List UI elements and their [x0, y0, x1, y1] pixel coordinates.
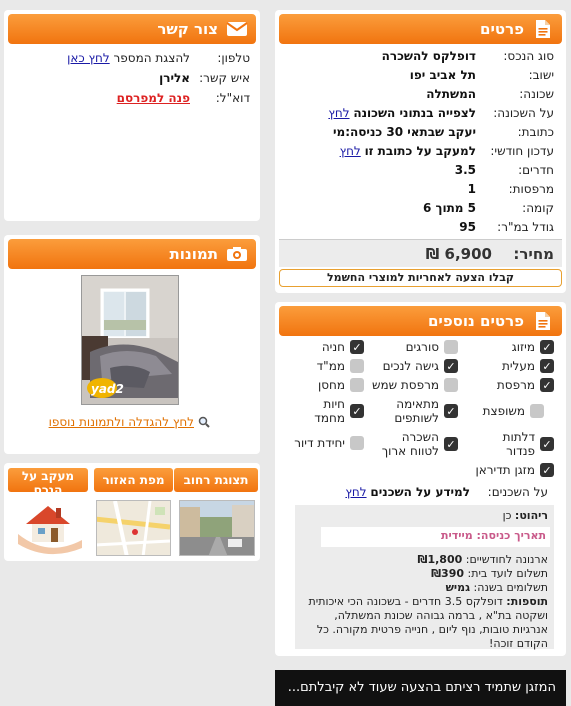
checkbox[interactable] — [444, 437, 458, 451]
detail-row-rooms: חדרים: 3.5 — [454, 162, 554, 177]
checkbox[interactable] — [350, 436, 364, 450]
checkbox[interactable] — [444, 404, 458, 418]
checkbox[interactable] — [540, 378, 554, 392]
tab-area-map[interactable]: מפת האזור — [94, 468, 173, 492]
street-view-thumbnail[interactable] — [179, 500, 255, 556]
feature-pets[interactable]: חיות מחמד — [311, 397, 364, 425]
details-panel: פרטים סוג הנכס: דופלקס להשכרה ישוב: תל אבי… — [275, 10, 566, 293]
notes-row: תוספות: דופלקס 3.5 חדרים - בשכונה הכי אי… — [308, 595, 548, 650]
detail-row-size: גודל במ"ר: 95 — [459, 219, 554, 234]
furnished-row: ריהוט: כן — [502, 509, 548, 522]
document-icon — [532, 19, 554, 39]
entry-date-row: תאריך כניסה: מיידית — [321, 527, 550, 547]
feature-tadiran-ac[interactable]: מזגן תדיראן — [475, 463, 554, 477]
main-photo[interactable]: yad2 — [81, 275, 179, 405]
neighbors-row: על השכנים: למידע על השכנים לחץ — [345, 484, 548, 499]
tab-follow-property[interactable]: מעקב על הנכס — [8, 468, 88, 492]
contact-panel: צור קשר טלפון: להצגת המספר לחץ כאן איש קש… — [4, 10, 260, 221]
feature-accessible[interactable]: גישה לנכים — [383, 359, 458, 373]
tab-street-view[interactable]: תצוגת רחוב — [174, 468, 258, 492]
feature-roommates[interactable]: מתאימה לשותפים — [381, 397, 458, 425]
follow-property-thumbnail[interactable] — [8, 500, 88, 556]
checkbox[interactable] — [444, 359, 458, 373]
feature-safe-room[interactable]: ממ"ד — [317, 359, 364, 373]
photos-title: תמונות — [169, 245, 218, 263]
neighborhood-link[interactable]: לחץ — [328, 106, 349, 120]
contact-row-phone: טלפון: להצגת המספר לחץ כאן — [67, 51, 250, 65]
price-label: מחיר: — [513, 244, 554, 263]
details-rows: סוג הנכס: דופלקס להשכרה ישוב: תל אביב יפו … — [275, 44, 566, 236]
feature-renovated[interactable]: משופצת — [483, 404, 544, 418]
extra-details-header: פרטים נוספים — [279, 306, 562, 336]
feature-storage[interactable]: מחסן — [318, 378, 364, 392]
price-value: 6,900 ₪ — [425, 244, 492, 263]
feature-housing-unit[interactable]: יחידת דיור — [294, 436, 364, 450]
enlarge-photos-link[interactable]: לחץ להגדלה ולתמונות נוספו — [49, 415, 194, 429]
contact-title: צור קשר — [157, 20, 218, 38]
neighbors-link[interactable]: לחץ — [345, 485, 366, 499]
feature-sun-balcony[interactable]: מרפסת שמש — [372, 378, 458, 392]
extra-info-box: ריהוט: כן תאריך כניסה: מיידית ארנונה לחו… — [295, 505, 554, 650]
contact-rows: טלפון: להצגת המספר לחץ כאן איש קשר: אלירן … — [4, 44, 260, 108]
extra-details-title: פרטים נוספים — [427, 312, 524, 330]
checkbox[interactable] — [540, 359, 554, 373]
area-map-thumbnail[interactable] — [96, 500, 171, 556]
checkbox[interactable] — [540, 437, 554, 451]
detail-row-city: ישוב: תל אביב יפו — [409, 67, 554, 82]
details-title: פרטים — [480, 20, 524, 38]
follow-address-link[interactable]: לחץ — [340, 144, 361, 158]
checkbox[interactable] — [350, 378, 364, 392]
payments-row: תשלומים בשנה: גמיש — [445, 581, 548, 594]
camera-icon — [226, 244, 248, 264]
details-header: פרטים — [279, 14, 562, 44]
feature-air-conditioning[interactable]: מיזוג — [512, 340, 554, 354]
detail-row-type: סוג הנכס: דופלקס להשכרה — [381, 48, 554, 63]
detail-row-address: כתובת: יעקב שבתאי 30 כניסה:מי — [333, 124, 554, 139]
feature-elevator[interactable]: מעלית — [502, 359, 554, 373]
feature-bars[interactable]: סורגים — [406, 340, 458, 354]
contact-row-person: איש קשר: אלירן — [159, 71, 250, 85]
ac-ad-banner[interactable]: המזגן שתמיד רציתם בהצעה שעוד לא קיבלתם..… — [275, 670, 566, 706]
checkbox[interactable] — [350, 359, 364, 373]
checkbox[interactable] — [350, 340, 364, 354]
yad2-watermark: yad2 — [91, 382, 124, 396]
extra-details-panel: פרטים נוספים מיזוג מעלית מרפסת משופצת דל… — [275, 302, 566, 656]
vaad-row: תשלום לועד בית: ₪390 — [431, 567, 548, 580]
detail-row-floor: קומה: 5 מתוך 6 — [422, 200, 554, 215]
detail-row-neighborhood: שכונה: המשתלה — [426, 86, 554, 101]
checkbox[interactable] — [444, 340, 458, 354]
contact-advertiser-link[interactable]: פנה למפרסם — [117, 91, 190, 105]
arnona-row: ארנונה לחודשיים: ₪1,800 — [417, 553, 548, 566]
document-icon — [532, 311, 554, 331]
enlarge-photos[interactable]: לחץ להגדלה ולתמונות נוספו — [49, 415, 210, 429]
checkbox[interactable] — [530, 404, 544, 418]
checkbox[interactable] — [444, 378, 458, 392]
checkbox[interactable] — [350, 404, 364, 418]
ac-ad-text: המזגן שתמיד רציתם בהצעה שעוד לא קיבלתם..… — [287, 680, 556, 695]
envelope-icon — [226, 19, 248, 39]
feature-balcony[interactable]: מרפסת — [497, 378, 554, 392]
show-phone-link[interactable]: לחץ כאן — [67, 51, 110, 65]
feature-long-term[interactable]: השכרה לטווח ארוך — [373, 430, 458, 458]
feature-parking[interactable]: חניה — [322, 340, 364, 354]
checkbox[interactable] — [540, 340, 554, 354]
checkbox[interactable] — [540, 463, 554, 477]
photos-panel: תמונות yad2 לחץ להגדלה ולתמונות נוספו — [4, 235, 260, 454]
price-bar: מחיר: 6,900 ₪ — [279, 239, 562, 267]
contact-header: צור קשר — [8, 14, 256, 44]
detail-row-about-neighborhood: על השכונה: לצפייה בנתוני השכונה לחץ — [328, 105, 554, 120]
detail-row-monthly-update: עדכון חודשי: למעקב על כתובת זו לחץ — [339, 143, 554, 158]
detail-row-balconies: מרפסות: 1 — [467, 181, 554, 196]
feature-pandor-doors[interactable]: דלתות פנדור — [497, 430, 554, 458]
warranty-offer-text: קבלו הצעה לאחריות למוצרי החשמל — [326, 271, 515, 284]
contact-row-email: דוא"ל: פנה למפרסם — [116, 91, 250, 105]
photos-header: תמונות — [8, 239, 256, 269]
warranty-offer-button[interactable]: קבלו הצעה לאחריות למוצרי החשמל — [279, 269, 562, 287]
magnifier-icon — [198, 416, 210, 428]
